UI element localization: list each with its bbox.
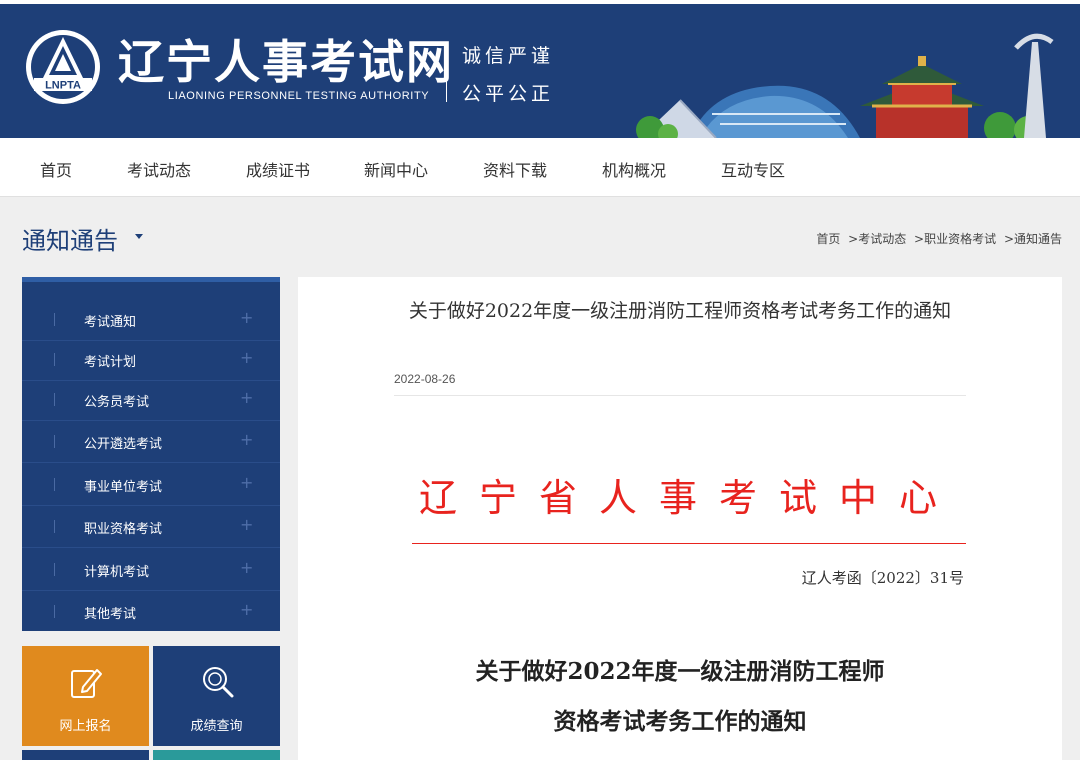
sidebar-item-label: 考试通知 [84, 315, 137, 330]
nav-item-interaction[interactable]: 互动专区 [721, 157, 785, 181]
document-title-line-2: 资格考试考务工作的通知 [553, 708, 807, 735]
sidebar-item-exam-plan[interactable]: 考试计划 + [22, 339, 280, 381]
edit-icon [71, 669, 102, 698]
document-number: 辽人考函〔2022〕31号 [801, 569, 964, 587]
plus-icon[interactable]: + [240, 348, 253, 367]
menu-tick [54, 313, 55, 326]
site-header: LNPTA 辽宁人事考试网 LIAONING PERSONNEL TESTING… [0, 0, 1080, 138]
nav-item-news-center[interactable]: 新闻中心 [364, 157, 428, 181]
breadcrumb-exam-news[interactable]: >考试动态 [848, 232, 906, 246]
sidebar-item-label: 事业单位考试 [84, 480, 163, 495]
caret-down-icon[interactable] [135, 234, 143, 239]
site-title[interactable]: 辽宁人事考试网 [118, 34, 454, 90]
sidebar-item-label: 公务员考试 [84, 395, 150, 410]
score-query-button[interactable]: 成绩查询 [153, 646, 280, 746]
motto-line-1: 诚信严谨 [462, 45, 555, 67]
breadcrumb-home[interactable]: 首页 [816, 232, 840, 246]
quick-tile-partial[interactable] [22, 750, 149, 760]
breadcrumb-notices[interactable]: >通知通告 [1004, 232, 1062, 246]
plus-icon[interactable]: + [240, 308, 253, 327]
article-title: 关于做好2022年度一级注册消防工程师资格考试考务工作的通知 [408, 300, 952, 322]
sidebar-menu: 考试通知 + 考试计划 + 公务员考试 + 公开遴选考试 + 事业单位考试 + … [22, 277, 280, 631]
main-nav: 首页 考试动态 成绩证书 新闻中心 资料下载 机构概况 互动专区 [0, 138, 1080, 197]
online-registration-label: 网上报名 [59, 719, 112, 734]
document-red-rule [412, 543, 966, 544]
nav-item-scores-certificates[interactable]: 成绩证书 [246, 157, 310, 181]
nav-item-home[interactable]: 首页 [40, 157, 72, 181]
title-divider [446, 42, 447, 102]
sidebar-item-public-institution[interactable]: 事业单位考试 + [22, 464, 280, 506]
lnpta-logo-icon[interactable]: LNPTA [24, 28, 102, 106]
nav-item-about[interactable]: 机构概况 [602, 157, 666, 181]
motto-line-2: 公平公正 [462, 83, 555, 105]
breadcrumb: 首页 >考试动态 >职业资格考试 >通知通告 [812, 230, 1062, 247]
nav-item-downloads[interactable]: 资料下载 [483, 157, 547, 181]
sidebar-item-civil-service[interactable]: 公务员考试 + [22, 379, 280, 421]
sidebar-item-other-exams[interactable]: 其他考试 + [22, 591, 280, 633]
header-top-line [0, 0, 1080, 4]
plus-icon[interactable]: + [240, 558, 253, 577]
sidebar-item-label: 公开遴选考试 [84, 437, 163, 452]
search-icon [203, 667, 234, 698]
menu-tick [54, 563, 55, 576]
sidebar-item-open-selection[interactable]: 公开遴选考试 + [22, 421, 280, 463]
article-divider [394, 395, 966, 396]
section-title[interactable]: 通知通告 [22, 221, 118, 256]
sidebar-item-label: 考试计划 [84, 355, 137, 370]
article-date: 2022-08-26 [394, 372, 456, 386]
document-title-line-1: 关于做好2022年度一级注册消防工程师 [475, 658, 885, 685]
menu-tick [54, 478, 55, 491]
menu-tick [54, 393, 55, 406]
quick-tile-partial[interactable] [153, 750, 280, 760]
document-org-heading: 辽宁省人事考试中心 [418, 476, 959, 520]
plus-icon[interactable]: + [240, 515, 253, 534]
menu-tick [54, 353, 55, 366]
sidebar-item-professional-qualification[interactable]: 职业资格考试 + [22, 506, 280, 548]
menu-tick [54, 605, 55, 618]
sidebar-item-label: 职业资格考试 [84, 522, 163, 537]
online-registration-button[interactable]: 网上报名 [22, 646, 149, 746]
sidebar-item-computer-exam[interactable]: 计算机考试 + [22, 549, 280, 591]
sidebar-item-label: 其他考试 [84, 607, 137, 622]
plus-icon[interactable]: + [240, 473, 253, 492]
landmark-illustration [636, 33, 1054, 138]
sidebar-item-label: 计算机考试 [84, 565, 150, 580]
plus-icon[interactable]: + [240, 388, 253, 407]
logo-text: LNPTA [45, 80, 81, 92]
sidebar-item-exam-notice[interactable]: 考试通知 + [22, 299, 280, 341]
menu-tick [54, 435, 55, 448]
score-query-label: 成绩查询 [190, 719, 243, 734]
plus-icon[interactable]: + [240, 430, 253, 449]
site-subtitle: LIAONING PERSONNEL TESTING AUTHORITY [168, 90, 430, 102]
article-panel: 关于做好2022年度一级注册消防工程师资格考试考务工作的通知 2022-08-2… [298, 277, 1062, 760]
nav-item-exam-news[interactable]: 考试动态 [127, 157, 191, 181]
breadcrumb-professional-exam[interactable]: >职业资格考试 [914, 232, 996, 246]
menu-tick [54, 520, 55, 533]
plus-icon[interactable]: + [240, 600, 253, 619]
